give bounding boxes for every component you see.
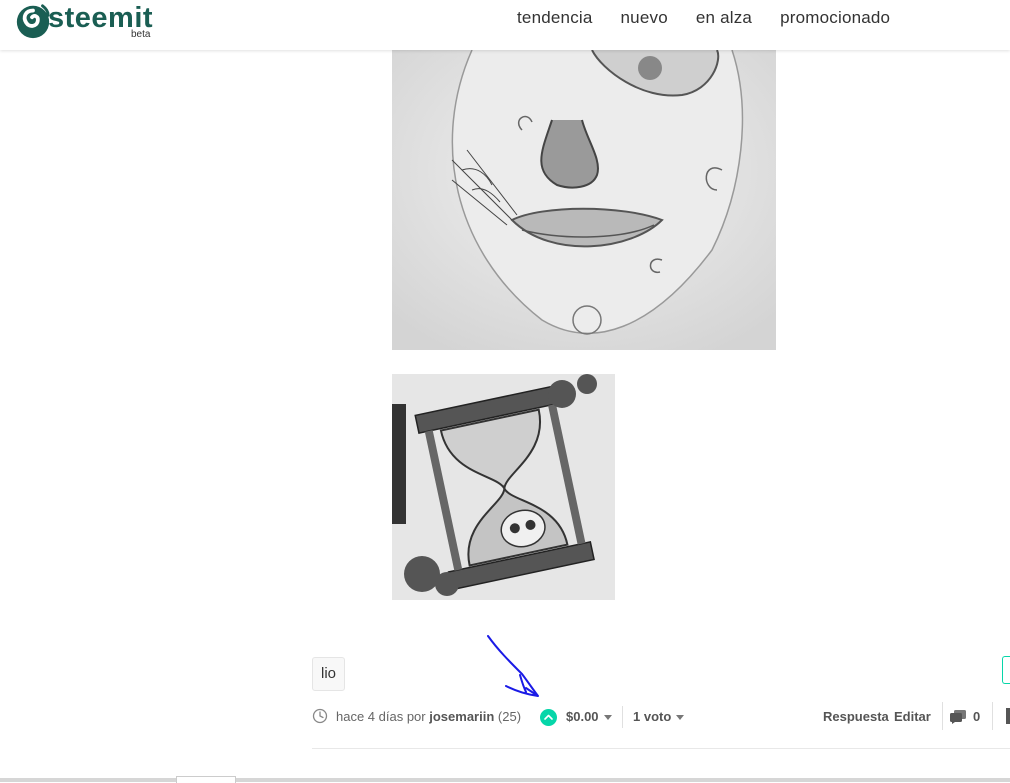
upvote-button[interactable] [540, 709, 557, 726]
post-footer: hace 4 días por josemariin (25) $0.00 1 … [312, 702, 1010, 730]
nav-item-tendencia[interactable]: tendencia [517, 8, 593, 28]
post-meta: hace 4 días por josemariin (25) [336, 709, 521, 724]
site-header: steemit beta tendencia nuevo en alza pro… [0, 0, 1010, 50]
divider [622, 706, 623, 728]
upvote-icon [544, 714, 553, 720]
nav-item-promocionado[interactable]: promocionado [780, 8, 890, 28]
edit-link[interactable]: Editar [894, 709, 931, 724]
follow-button-edge[interactable] [1002, 656, 1010, 684]
post-image-hourglass [392, 374, 615, 600]
logo-beta-label: beta [131, 29, 151, 40]
post-time: hace 4 días por [336, 709, 426, 724]
nav-item-en-alza[interactable]: en alza [696, 8, 752, 28]
post-divider [312, 748, 1010, 749]
comments-icon[interactable] [950, 710, 966, 724]
divider [942, 702, 943, 730]
reply-link[interactable]: Respuesta [823, 709, 889, 724]
share-icon[interactable] [1006, 708, 1010, 724]
steemit-logo-icon [16, 4, 50, 39]
votes-dropdown[interactable]: 1 voto [633, 709, 685, 724]
payout-value: $0.00 [566, 709, 599, 724]
steemit-logo[interactable] [14, 0, 52, 42]
post-author-link[interactable]: josemariin [429, 709, 494, 724]
annotation-arrow-icon [487, 635, 539, 697]
main-nav: tendencia nuevo en alza promocionado [517, 8, 918, 28]
payout-dropdown[interactable]: $0.00 [566, 709, 612, 724]
post-image-face-sketch [392, 50, 776, 350]
clock-icon [312, 708, 328, 724]
caret-down-icon [676, 715, 685, 721]
caret-down-icon [603, 715, 612, 721]
votes-count: 1 voto [633, 709, 672, 724]
bottom-bar [0, 778, 1010, 782]
nav-item-nuevo[interactable]: nuevo [621, 8, 668, 28]
author-reputation: (25) [497, 709, 522, 724]
divider [992, 702, 993, 730]
post-tag-lio[interactable]: lio [312, 657, 346, 691]
comments-count[interactable]: 0 [973, 709, 980, 724]
